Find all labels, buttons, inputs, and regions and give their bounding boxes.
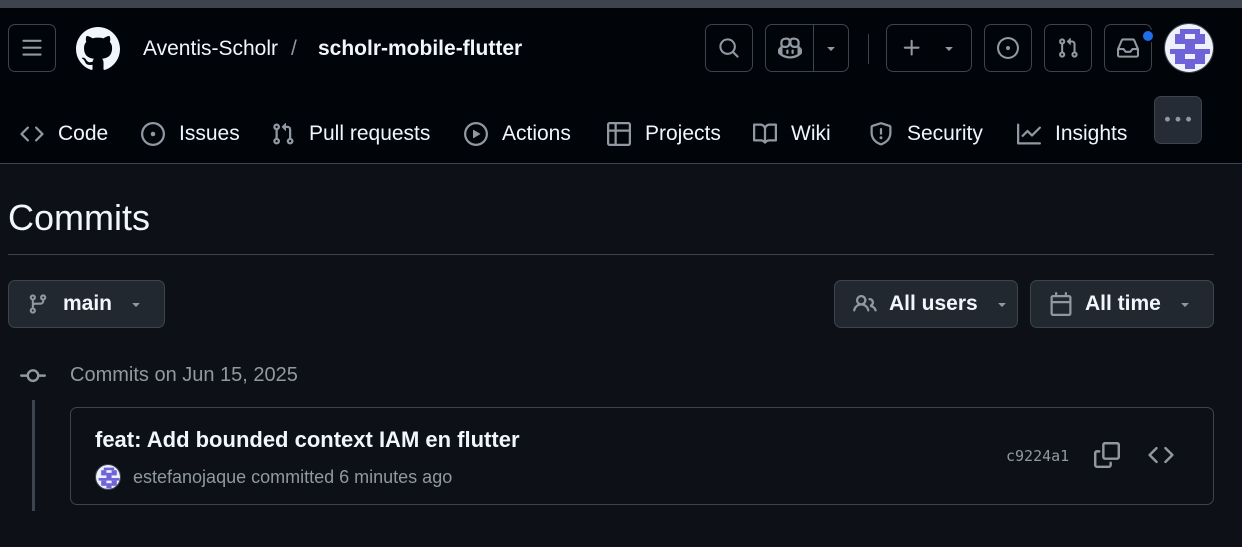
inbox-icon: [1117, 38, 1139, 58]
tab-code[interactable]: Code: [20, 104, 108, 164]
shield-icon: [870, 122, 892, 146]
tab-wiki[interactable]: Wiki: [753, 104, 831, 164]
window-top-strip: [0, 0, 1242, 8]
people-icon: [853, 294, 877, 312]
code-icon: [20, 126, 44, 142]
commit-message-link[interactable]: feat: Add bounded context IAM en flutter: [95, 426, 520, 454]
tab-issues[interactable]: Issues: [141, 104, 240, 164]
copilot-menu-button[interactable]: [814, 25, 848, 71]
copilot-button[interactable]: [766, 25, 815, 71]
avatar[interactable]: [95, 464, 121, 490]
repo-nav-more-button[interactable]: [1154, 96, 1202, 144]
copilot-icon: [777, 37, 802, 59]
time-filter-button[interactable]: All time: [1030, 280, 1214, 328]
table-icon: [607, 122, 631, 146]
graph-icon: [1017, 123, 1041, 145]
users-filter-label: All users: [889, 292, 978, 315]
create-new-button[interactable]: [886, 24, 972, 72]
tab-label: Issues: [179, 122, 240, 145]
tab-actions[interactable]: Actions: [464, 104, 571, 164]
identicon-avatar: [1165, 24, 1213, 72]
menu-icon: [22, 39, 42, 56]
tab-label: Security: [907, 122, 983, 145]
search-button[interactable]: [705, 24, 753, 72]
triangle-down-icon: [1181, 303, 1189, 307]
commit-sha-link[interactable]: c9224a1: [1006, 446, 1069, 466]
time-filter-label: All time: [1085, 292, 1161, 315]
identicon-avatar: [96, 465, 120, 489]
commit-meta: estefanojaque committed 6 minutes ago: [133, 465, 452, 489]
tab-label: Pull requests: [309, 122, 431, 145]
issue-opened-icon: [997, 37, 1019, 59]
commit-time: committed 6 minutes ago: [251, 467, 453, 487]
commit-author-link[interactable]: estefanojaque: [133, 467, 246, 487]
title-divider: [8, 254, 1214, 255]
users-filter-button[interactable]: All users: [834, 280, 1018, 328]
git-pull-request-icon: [273, 122, 294, 145]
search-icon: [719, 38, 739, 58]
breadcrumb-separator: /: [291, 37, 297, 60]
copy-icon[interactable]: [1094, 442, 1120, 468]
repo-nav: Code Issues Pull requests Actions Projec…: [0, 104, 1242, 164]
triangle-down-icon: [827, 47, 835, 51]
play-icon: [464, 122, 488, 146]
issue-opened-icon: [141, 122, 165, 146]
github-logo-icon[interactable]: [76, 27, 120, 71]
your-issues-button[interactable]: [984, 24, 1032, 72]
branch-selector-button[interactable]: main: [8, 280, 165, 328]
branch-name: main: [63, 292, 113, 315]
global-nav-menu-button[interactable]: [8, 24, 56, 72]
plus-icon: [903, 39, 920, 56]
tab-security[interactable]: Security: [869, 104, 983, 164]
copilot-button-group: [765, 24, 849, 72]
browse-files-code-icon[interactable]: [1148, 442, 1174, 468]
kebab-horizontal-icon: [1165, 116, 1191, 122]
tab-pull-requests[interactable]: Pull requests: [271, 104, 430, 164]
git-commit-icon: [20, 369, 46, 383]
triangle-down-icon: [945, 47, 953, 51]
breadcrumb-repo[interactable]: scholr-mobile-flutter: [318, 35, 522, 63]
calendar-icon: [1050, 292, 1072, 316]
unread-indicator: [1141, 29, 1155, 43]
tab-label: Insights: [1055, 122, 1128, 145]
tab-label: Wiki: [791, 122, 831, 145]
book-icon: [753, 123, 777, 144]
header-divider: [868, 34, 869, 64]
page-title: Commits: [8, 197, 150, 238]
triangle-down-icon: [132, 303, 140, 307]
git-branch-icon: [29, 294, 47, 314]
timeline-line: [32, 400, 35, 511]
tab-label: Code: [58, 122, 109, 145]
tab-projects[interactable]: Projects: [607, 104, 721, 164]
your-pull-requests-button[interactable]: [1044, 24, 1092, 72]
commit-group-heading: Commits on Jun 15, 2025: [70, 364, 298, 386]
triangle-down-icon: [998, 303, 1006, 307]
breadcrumb-owner[interactable]: Aventis-Scholr: [143, 35, 278, 63]
tab-label: Projects: [645, 122, 721, 145]
tab-insights[interactable]: Insights: [1017, 104, 1127, 164]
git-pull-request-icon: [1059, 37, 1078, 58]
avatar[interactable]: [1164, 23, 1214, 73]
tab-label: Actions: [502, 122, 571, 145]
commit-list-item: feat: Add bounded context IAM en flutter…: [70, 407, 1214, 505]
